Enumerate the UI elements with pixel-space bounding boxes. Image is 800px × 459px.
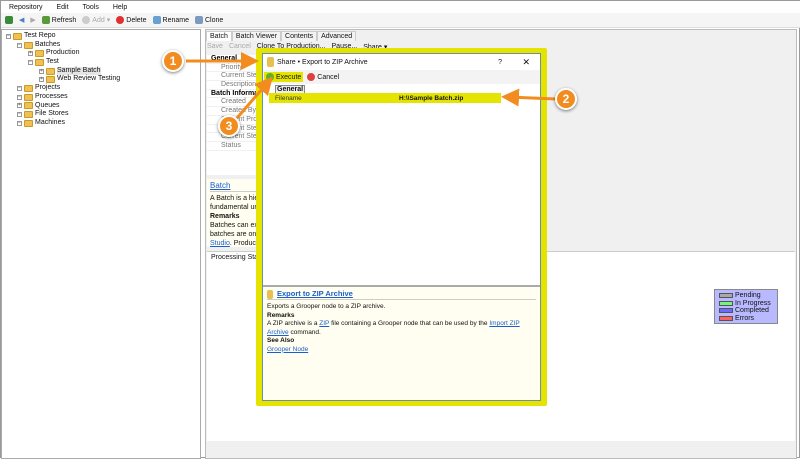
arrow-2 xyxy=(501,88,557,107)
callout-arrows xyxy=(186,52,557,119)
callout-1: 1 xyxy=(162,50,184,72)
arrow-3 xyxy=(235,76,273,119)
callout-2: 2 xyxy=(555,88,577,110)
callout-3: 3 xyxy=(218,115,240,137)
